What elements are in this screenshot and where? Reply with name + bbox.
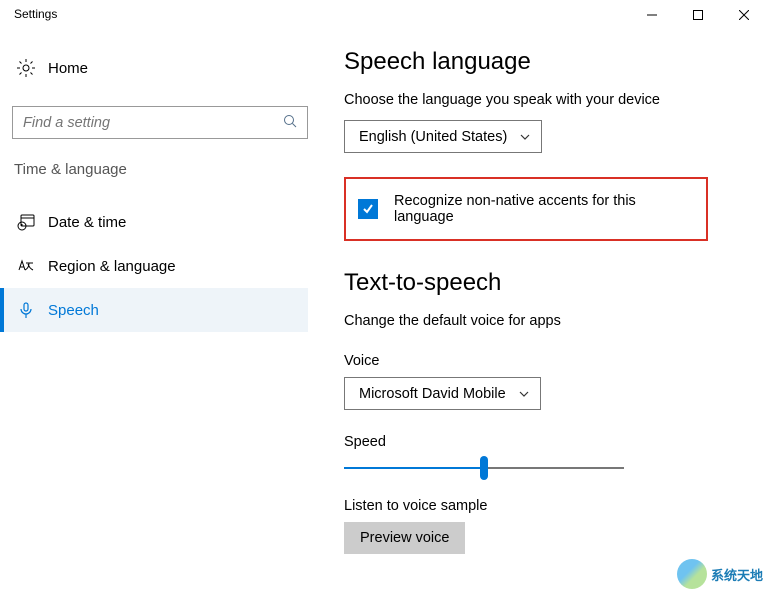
microphone-icon [14,301,38,319]
tts-heading: Text-to-speech [344,269,740,297]
sidebar-item-region-language[interactable]: Region & language [0,244,308,288]
search-icon [283,114,297,131]
speed-slider[interactable] [344,458,624,478]
speed-label: Speed [344,434,740,450]
home-nav[interactable]: Home [12,48,308,88]
minimize-icon [647,10,657,20]
dropdown-selected: Microsoft David Mobile [359,386,506,402]
tts-desc: Change the default voice for apps [344,313,740,329]
home-label: Home [48,60,88,77]
watermark: 系统天地 [677,559,763,589]
close-button[interactable] [721,0,767,30]
preview-voice-button[interactable]: Preview voice [344,522,465,554]
watermark-text: 系统天地 [711,565,763,584]
chevron-down-icon [519,131,531,143]
accent-checkbox-label: Recognize non-native accents for this la… [394,193,694,225]
maximize-button[interactable] [675,0,721,30]
slider-fill [344,467,484,469]
sidebar-item-date-time[interactable]: Date & time [0,200,308,244]
globe-icon [677,559,707,589]
speech-heading: Speech language [344,48,740,76]
minimize-button[interactable] [629,0,675,30]
sidebar-item-label: Speech [48,302,99,319]
sidebar-item-label: Region & language [48,258,176,275]
titlebar: Settings [0,0,767,30]
sidebar-item-speech[interactable]: Speech [0,288,308,332]
main-panel: Speech language Choose the language you … [320,30,740,554]
sidebar-item-label: Date & time [48,214,126,231]
gear-icon [14,58,38,78]
slider-thumb[interactable] [480,456,488,480]
close-icon [739,10,749,20]
category-heading: Time & language [12,161,308,178]
check-icon [362,203,374,215]
listen-label: Listen to voice sample [344,498,740,514]
language-icon [14,257,38,275]
accent-highlight: Recognize non-native accents for this la… [344,177,708,241]
voice-label: Voice [344,353,740,369]
search-box[interactable] [12,106,308,139]
voice-dropdown[interactable]: Microsoft David Mobile [344,377,541,410]
chevron-down-icon [518,388,530,400]
maximize-icon [693,10,703,20]
window-title: Settings [0,0,57,21]
dropdown-selected: English (United States) [359,129,507,145]
accent-checkbox[interactable] [358,199,378,219]
search-input[interactable] [23,115,283,131]
sidebar: Home Time & language Date & time [0,30,320,554]
clock-calendar-icon [14,213,38,231]
speech-desc: Choose the language you speak with your … [344,92,740,108]
speech-language-dropdown[interactable]: English (United States) [344,120,542,153]
